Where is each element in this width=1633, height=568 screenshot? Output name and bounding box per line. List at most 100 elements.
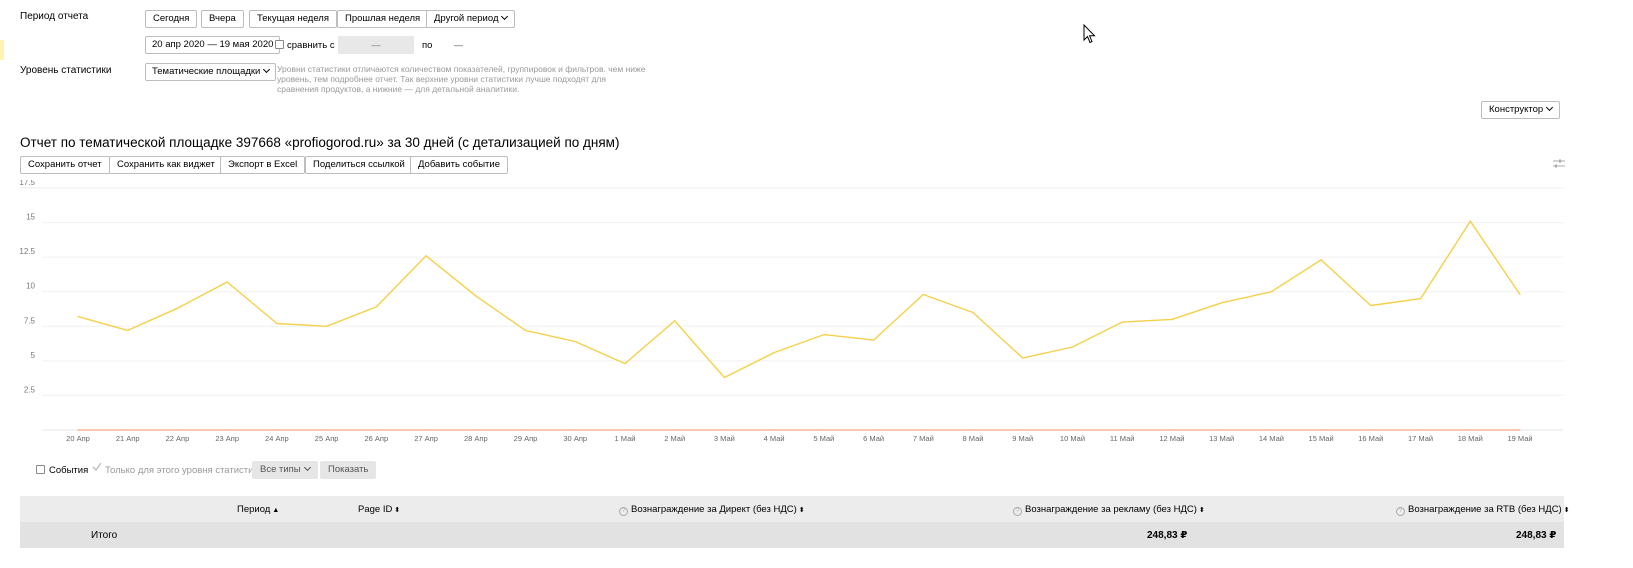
data-point	[1121, 321, 1123, 323]
sort-icon: ⬍	[1563, 507, 1570, 514]
data-point	[1519, 429, 1521, 431]
data-point	[524, 429, 527, 431]
data-point	[524, 329, 527, 332]
x-tick-label: 21 Апр	[116, 434, 140, 443]
data-point	[276, 429, 278, 431]
data-point	[823, 429, 825, 431]
data-point	[375, 429, 377, 431]
share-link-button[interactable]: Поделиться ссылкой	[305, 156, 413, 174]
y-tick-label: 17.5	[19, 180, 35, 187]
data-point	[77, 429, 79, 431]
x-tick-label: 7 Май	[913, 434, 934, 443]
column-page-id-label: Page ID	[358, 504, 393, 515]
column-page-id[interactable]: Page ID ⬍	[358, 504, 400, 515]
checkmark-icon[interactable]	[92, 462, 102, 472]
column-period[interactable]: Период ▲	[237, 504, 279, 515]
other-period-dropdown[interactable]: Другой период	[426, 10, 516, 28]
y-tick-label: 2.5	[24, 385, 36, 394]
data-point	[1469, 220, 1471, 222]
export-excel-button[interactable]: Экспорт в Excel	[220, 156, 306, 174]
column-rtb[interactable]: ? Вознаграждение за RTB (без НДС) ⬍	[1396, 504, 1570, 516]
column-ads-label: Вознаграждение за рекламу (без НДС)	[1025, 504, 1197, 515]
data-point	[176, 307, 179, 309]
data-point	[574, 429, 576, 431]
x-tick-label: 30 Апр	[563, 434, 587, 443]
x-tick-label: 11 Май	[1110, 434, 1135, 443]
data-point	[773, 429, 775, 431]
data-point	[1370, 429, 1372, 431]
data-point	[475, 429, 477, 431]
column-direct[interactable]: ? Вознаграждение за Директ (без НДС) ⬍	[619, 504, 805, 516]
chevron-down-icon	[501, 12, 509, 21]
y-tick-label: 12.5	[19, 247, 35, 256]
table-header: Период ▲ Page ID ⬍ ? Вознаграждение за Дире…	[20, 496, 1570, 522]
level-hint: Уровни статистики отличаются количеством…	[277, 64, 646, 94]
data-point	[1071, 346, 1074, 348]
level-dropdown[interactable]: Тематические площадки	[145, 63, 277, 81]
all-types-dropdown[interactable]: Все типы	[252, 461, 318, 479]
period-current-week-button[interactable]: Текущая неделя	[249, 10, 337, 28]
x-tick-label: 15 Май	[1309, 434, 1334, 443]
line-chart: 2.5 5 7.5 10 12.5 15 17.5 20 Апр 21 Апр 22 Апр 23 …	[19, 180, 1563, 443]
x-tick-label: 16 Май	[1358, 434, 1383, 443]
data-point	[674, 429, 676, 431]
x-tick-label: 19 Май	[1507, 434, 1532, 443]
x-tick-label: 17 Май	[1408, 434, 1433, 443]
x-tick-label: 23 Апр	[215, 434, 239, 443]
column-rtb-label: Вознаграждение за RTB (без НДС)	[1408, 504, 1562, 515]
data-point	[674, 320, 676, 322]
x-tick-label: 14 Май	[1259, 434, 1284, 443]
show-events-button[interactable]: Показать	[320, 461, 377, 479]
y-tick-label: 7.5	[24, 316, 36, 325]
period-last-week-button[interactable]: Прошлая неделя	[337, 10, 429, 28]
chevron-down-icon	[263, 65, 271, 74]
period-yesterday-button[interactable]: Вчера	[201, 10, 244, 28]
data-point	[972, 311, 974, 314]
column-ads[interactable]: ? Вознаграждение за рекламу (без НДС) ⬍	[1013, 504, 1205, 516]
mouse-cursor-icon	[1083, 24, 1096, 44]
data-point	[723, 429, 726, 431]
help-icon[interactable]: ?	[1396, 507, 1405, 516]
data-point	[1121, 429, 1123, 431]
period-today-button[interactable]: Сегодня	[145, 10, 198, 28]
data-point	[1419, 298, 1422, 300]
add-event-button[interactable]: Добавить событие	[410, 156, 508, 174]
compare-from-input[interactable]: —	[338, 36, 414, 54]
constructor-dropdown[interactable]: Конструктор	[1481, 101, 1561, 119]
data-point	[1221, 429, 1223, 431]
x-tick-label: 27 Апр	[414, 434, 438, 443]
data-point	[574, 340, 576, 343]
data-point	[773, 351, 775, 354]
series-line	[77, 220, 1521, 379]
data-point	[1519, 293, 1521, 296]
x-tick-label: 24 Апр	[265, 434, 289, 443]
data-point	[1171, 429, 1173, 431]
data-point	[425, 429, 427, 431]
help-icon[interactable]: ?	[1013, 507, 1022, 516]
data-point	[176, 429, 179, 431]
x-tick-label: 6 Май	[863, 434, 884, 443]
x-tick-label: 3 Май	[714, 434, 735, 443]
events-checkbox[interactable]	[36, 465, 45, 474]
data-point	[77, 316, 79, 318]
save-report-button[interactable]: Сохранить отчет	[20, 156, 110, 174]
help-icon[interactable]: ?	[619, 507, 628, 516]
total-rtb-value: 248,83 ₽	[1516, 530, 1557, 541]
x-tick-label: 13 Май	[1209, 434, 1234, 443]
total-ads-value: 248,83 ₽	[1147, 530, 1188, 541]
data-point	[922, 293, 924, 296]
compare-to-label: по	[422, 40, 433, 51]
compare-to-input[interactable]: —	[454, 40, 463, 50]
x-tick-label: 28 Апр	[464, 434, 488, 443]
save-widget-button[interactable]: Сохранить как виджет	[109, 156, 223, 174]
x-tick-label: 26 Апр	[365, 434, 389, 443]
other-period-label: Другой период	[434, 13, 499, 24]
side-marker	[0, 40, 4, 60]
data-point	[326, 325, 328, 327]
compare-checkbox[interactable]	[275, 40, 284, 49]
data-point	[1171, 318, 1173, 320]
date-range-input[interactable]: 20 апр 2020 — 19 мая 2020	[145, 36, 281, 54]
chart-settings-icon[interactable]	[1553, 158, 1565, 170]
data-point	[1022, 429, 1024, 431]
data-point	[1022, 357, 1024, 359]
